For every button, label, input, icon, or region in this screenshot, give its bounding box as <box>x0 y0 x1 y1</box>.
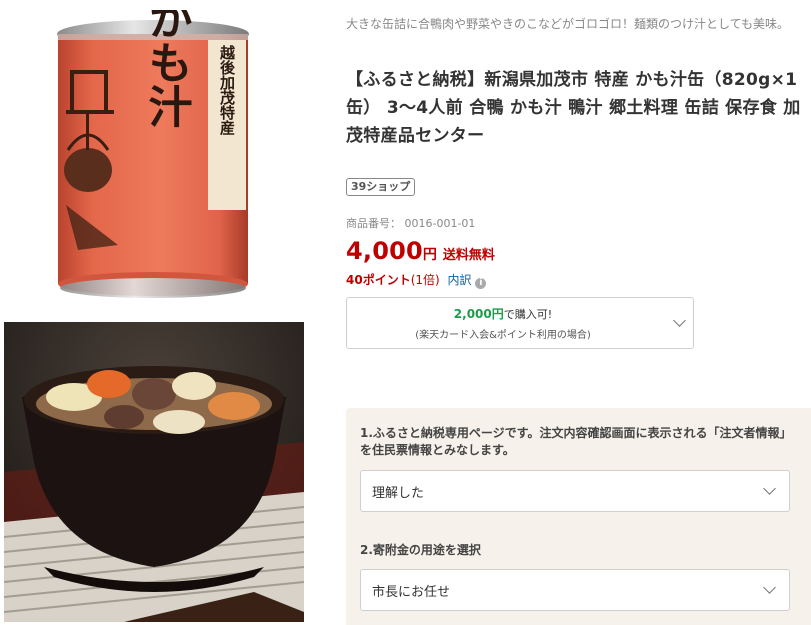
points-breakdown-link[interactable]: 内訳 <box>448 273 472 287</box>
card-offer-amount: 2,000円 <box>453 307 504 321</box>
price-value: 4,000 <box>346 237 423 265</box>
chevron-down-icon[interactable] <box>673 314 686 327</box>
question-2-select[interactable]: 市長にお任せ <box>360 569 790 611</box>
chevron-down-icon <box>763 482 776 495</box>
price-row: 4,000円 送料無料 <box>346 237 495 265</box>
card-offer-suffix: で購入可! <box>503 308 553 321</box>
can-label-vertical-top: 越後 <box>218 44 236 76</box>
card-offer-condition: (楽天カード入会&ポイント利用の場合) <box>415 330 591 341</box>
product-catch-copy: 大きな缶詰に合鴨肉や野菜やきのこなどがゴロゴロ！麺類のつけ汁としても美味。 <box>346 17 790 31</box>
points-row: 40ポイント(1倍) 内訳 i <box>346 271 487 289</box>
product-bowl-photo[interactable] <box>4 322 304 622</box>
item-number: 商品番号： 0016-001-01 <box>346 217 476 230</box>
price-currency: 円 <box>422 247 437 263</box>
question-1-select[interactable]: 理解した <box>360 470 790 512</box>
points-value: 40ポイント <box>346 273 411 287</box>
question-1-selected-value: 理解した <box>372 486 425 501</box>
info-icon[interactable]: i <box>475 278 487 289</box>
points-multiplier: (1倍) <box>410 273 440 287</box>
can-title-text: かも汁 <box>141 10 193 128</box>
question-2-label: 2.寄附金の用途を選択 <box>360 543 481 557</box>
shop-badge[interactable]: 39ショップ <box>346 178 416 196</box>
can-label-vertical-bottom: 加茂特産 <box>218 75 236 136</box>
question-2-selected-value: 市長にお任せ <box>372 585 451 600</box>
rakuten-card-offer[interactable]: 2,000円で購入可! (楽天カード入会&ポイント利用の場合) <box>346 297 694 349</box>
card-offer-line: 2,000円で購入可! <box>347 305 659 322</box>
chevron-down-icon <box>763 581 776 594</box>
order-options-form: 1.ふるさと納税専用ページです。注文内容確認画面に表示される「注文者情報」を住民… <box>346 408 811 625</box>
product-can-image[interactable]: 越後 加茂特産 かも汁 <box>48 0 258 310</box>
product-title: 【ふるさと納税】新潟県加茂市 特産 かも汁缶（820g×1缶） 3～4人前 合鴨… <box>346 70 801 146</box>
shipping-free-label: 送料無料 <box>442 248 495 263</box>
question-1-label: 1.ふるさと納税専用ページです。注文内容確認画面に表示される「注文者情報」を住民… <box>360 426 786 457</box>
